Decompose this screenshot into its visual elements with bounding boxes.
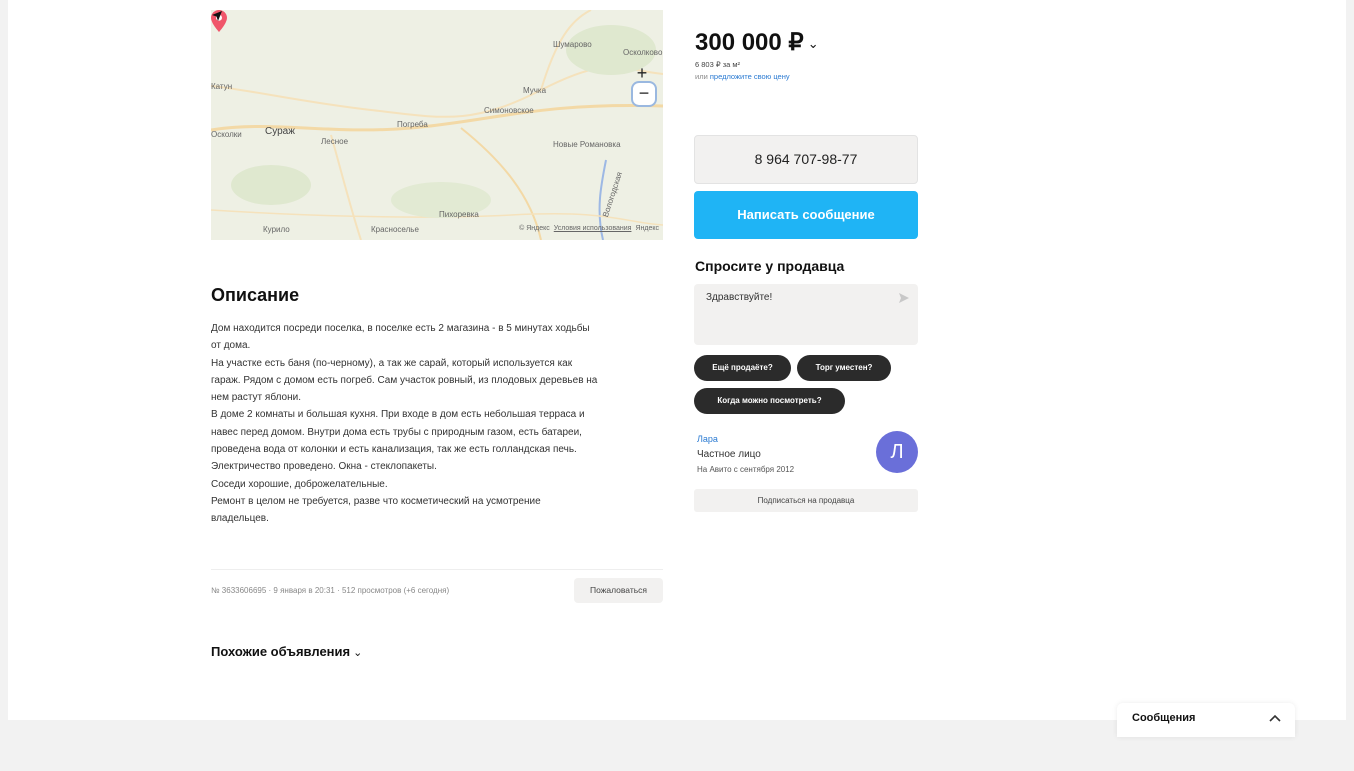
similar-listings-toggle[interactable]: Похожие объявления ⌄ [211,644,362,659]
subscribe-seller-button[interactable]: Подписаться на продавца [694,489,918,512]
zoom-out-button[interactable]: − [631,81,657,107]
map-label: Новые Романовка [553,140,621,149]
description-line: гараж. Рядом с домом есть погреб. Сам уч… [211,374,598,386]
quick-question-chip[interactable]: Торг уместен? [797,355,891,381]
seller-since: На Авито с сентября 2012 [697,465,795,474]
similar-listings-label: Похожие объявления [211,644,351,659]
seller-avatar[interactable]: Л [876,431,918,473]
map-attribution: © Яндекс Условия использования Яндекс [519,225,659,232]
divider [211,569,663,570]
description-line: проведена вода от колонки и есть канализ… [211,444,577,456]
description-title: Описание [211,285,300,305]
seller-name-link[interactable]: Лара [697,434,718,444]
description-line: от дома. [211,340,251,352]
map-roads [211,10,663,240]
write-message-button[interactable]: Написать сообщение [694,191,918,239]
show-phone-button[interactable]: 8 964 707-98-77 [694,135,918,184]
map-copyright: © Яндекс [519,225,550,232]
map-label: Осколково [623,48,663,57]
quick-question-chip[interactable]: Когда можно посмотреть? [694,388,845,414]
map-label: Курило [263,225,290,234]
map-label-city: Сураж [265,126,295,137]
map-label: Лесное [321,137,349,146]
map-label: Шумарово [553,40,592,49]
description-line: Электричество проведено. Окна - стеклопа… [211,461,437,473]
map-label: Катун [211,82,233,91]
map-terms-link[interactable]: Условия использования [554,225,632,232]
description-line: Ремонт в целом не требуется, разве что к… [211,495,541,507]
geolocation-arrow-icon[interactable] [211,10,223,22]
seller-type: Частное лицо [697,449,761,460]
chevron-up-icon [1269,714,1281,722]
send-icon[interactable] [899,293,909,303]
quick-question-chip[interactable]: Ещё продаёте? [694,355,791,381]
price[interactable]: 300 000 ₽ ⌄ [695,28,819,57]
description-line: Дом находится посреди поселка, в поселке… [211,323,590,334]
price-offer-prefix: или [695,72,710,81]
location-map[interactable]: Шумарово Осколково Катун Мучка Симоновск… [211,10,663,240]
description-line: В доме 2 комнаты и большая кухня. При вх… [211,409,585,421]
map-label: Красноселье [371,225,419,234]
zoom-in-button[interactable]: + [632,63,652,83]
chevron-down-icon: ⌄ [353,647,363,659]
description-line: На участке есть баня (по-черному), а так… [211,357,573,369]
map-label: Мучка [523,86,547,95]
map-label: Симоновское [484,106,534,115]
map-label: Погреба [397,120,428,129]
chevron-down-icon: ⌄ [807,35,819,51]
ask-seller-title: Спросите у продавца [695,258,845,274]
listing-meta: № 3633606695 · 9 января в 20:31 · 512 пр… [211,586,450,595]
offer-price-link[interactable]: предложите свою цену [710,72,790,81]
price-value: 300 000 ₽ [695,29,804,56]
description-line: навес перед домом. Внутри дома есть труб… [211,426,582,438]
messages-label: Сообщения [1132,712,1196,724]
messages-widget[interactable]: Сообщения [1117,703,1295,737]
map-brand: Яндекс [635,225,659,232]
description-line: нем растут яблони. [211,392,301,404]
price-offer: или предложите свою цену [695,72,790,81]
map-label: Пихоревка [439,210,479,219]
description-text: Дом находится посреди поселка, в поселке… [211,320,671,528]
map-label: Осколки [211,130,242,139]
page [8,0,1346,720]
ask-seller-input[interactable] [694,284,918,345]
description-line: владельцев. [211,513,269,525]
price-per-m2: 6 803 ₽ за м² [695,60,741,69]
description-line: Соседи хорошие, доброжелательные. [211,478,388,490]
report-button[interactable]: Пожаловаться [574,578,663,603]
